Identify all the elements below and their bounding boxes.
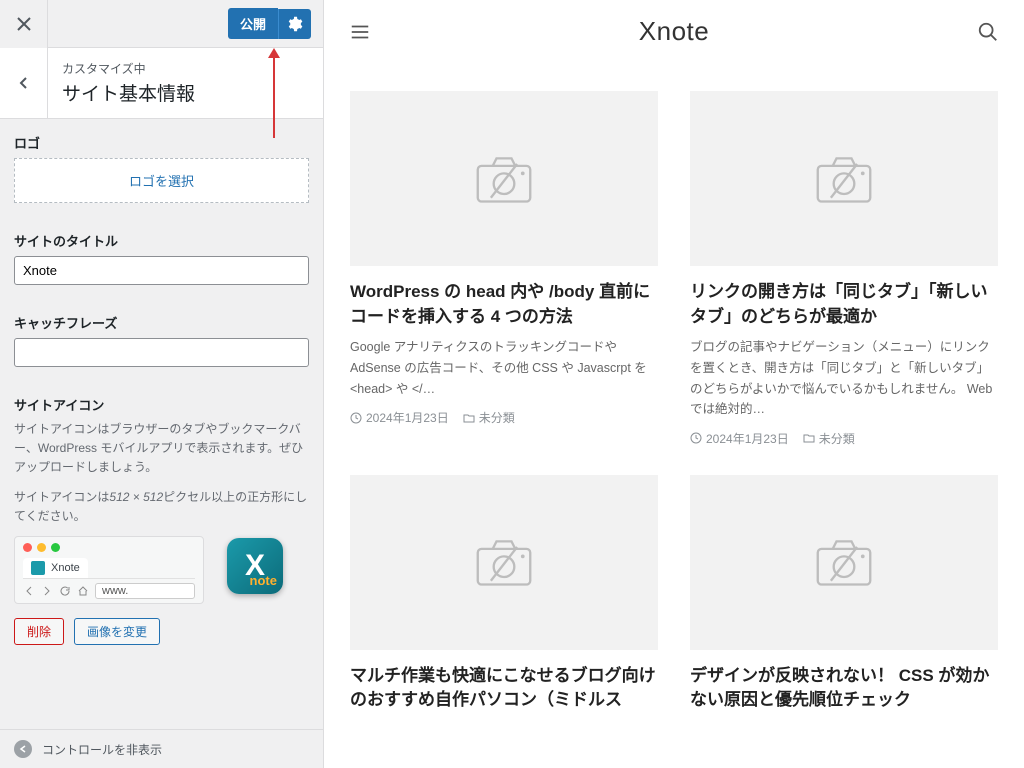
site-preview: Xnote WordPress の head 内や /body 直前にコードを挿… [324,0,1024,768]
post-date: 2024年1月23日 [690,430,789,447]
site-icon-desc-1: サイトアイコンはブラウザーのタブやブックマークバー、WordPress モバイル… [14,420,309,478]
favicon-mock [31,561,45,575]
post-thumbnail [350,91,658,266]
browser-tab-label: Xnote [51,562,80,574]
panel-top-bar: 公開 [0,0,323,48]
post-date: 2024年1月23日 [350,409,449,426]
chevron-left-icon [17,76,31,90]
post-category: 未分類 [803,430,855,447]
publish-settings-button[interactable] [278,9,311,39]
customizing-label: カスタマイズ中 [62,60,195,77]
search-icon [977,21,999,43]
post-title[interactable]: デザインが反映されない！ CSS が効かない原因と優先順位チェック [690,664,998,713]
site-title-input[interactable] [14,256,309,285]
browser-mock: Xnote www. [14,536,204,604]
post-excerpt: ブログの記事やナビゲーション（メニュー）にリンクを置くとき、開き方は「同じタブ」… [690,337,998,420]
logo-heading: ロゴ [14,133,309,152]
gear-icon [287,16,303,32]
site-icon-desc-2: サイトアイコンは512 × 512ピクセル以上の正方形にしてください。 [14,488,309,526]
remove-icon-button[interactable]: 削除 [14,618,64,645]
tagline-label: キャッチフレーズ [14,313,309,332]
nav-back-icon [23,585,35,597]
post-meta: 2024年1月23日 未分類 [690,430,998,447]
post-title[interactable]: WordPress の head 内や /body 直前にコードを挿入する 4 … [350,280,658,329]
section-title: サイト基本情報 [62,79,195,106]
logo-select-button[interactable]: ロゴを選択 [14,158,309,203]
site-title-label: サイトのタイトル [14,231,309,250]
post-card[interactable]: リンクの開き方は「同じタブ」「新しいタブ」のどちらが最適かブログの記事やナビゲー… [690,91,998,447]
site-title[interactable]: Xnote [639,16,709,47]
search-button[interactable] [974,18,1002,46]
customizer-panel: 公開 カスタマイズ中 サイト基本情報 ロゴ ロゴを選択 [0,0,324,768]
menu-button[interactable] [346,18,374,46]
close-button[interactable] [0,0,48,48]
hide-controls-label[interactable]: コントロールを非表示 [42,741,162,758]
tagline-input[interactable] [14,338,309,367]
post-title[interactable]: マルチ作業も快適にこなせるブログ向けのおすすめ自作パソコン（ミドルス [350,664,658,713]
hamburger-icon [349,21,371,43]
post-excerpt: Google アナリティクスのトラッキングコードや AdSense の広告コード… [350,337,658,399]
change-image-button[interactable]: 画像を変更 [74,618,160,645]
nav-fwd-icon [41,585,53,597]
post-thumbnail [350,475,658,650]
panel-body: ロゴ ロゴを選択 サイトのタイトル キャッチフレーズ サイトアイコン サイトアイ… [0,119,323,768]
browser-tab-mock: Xnote [23,558,88,578]
reload-icon [59,585,71,597]
post-meta: 2024年1月23日 未分類 [350,409,658,426]
app-icon-preview: X note [227,538,283,594]
address-field-mock: www. [95,583,195,599]
post-thumbnail [690,475,998,650]
panel-footer: コントロールを非表示 [0,729,323,768]
post-grid: WordPress の head 内や /body 直前にコードを挿入する 4 … [324,63,1024,761]
site-icon-heading: サイトアイコン [14,395,309,414]
post-thumbnail [690,91,998,266]
post-category: 未分類 [463,409,515,426]
site-header: Xnote [324,0,1024,63]
post-title[interactable]: リンクの開き方は「同じタブ」「新しいタブ」のどちらが最適か [690,280,998,329]
panel-section-header: カスタマイズ中 サイト基本情報 [0,48,323,119]
post-card[interactable]: WordPress の head 内や /body 直前にコードを挿入する 4 … [350,91,658,447]
favicon-preview: Xnote www. X note [14,536,309,604]
collapse-icon[interactable] [14,740,32,758]
publish-button[interactable]: 公開 [228,8,278,39]
back-button[interactable] [0,48,48,118]
home-icon [77,585,89,597]
close-icon [17,17,31,31]
post-card[interactable]: マルチ作業も快適にこなせるブログ向けのおすすめ自作パソコン（ミドルス [350,475,658,721]
post-card[interactable]: デザインが反映されない！ CSS が効かない原因と優先順位チェック [690,475,998,721]
